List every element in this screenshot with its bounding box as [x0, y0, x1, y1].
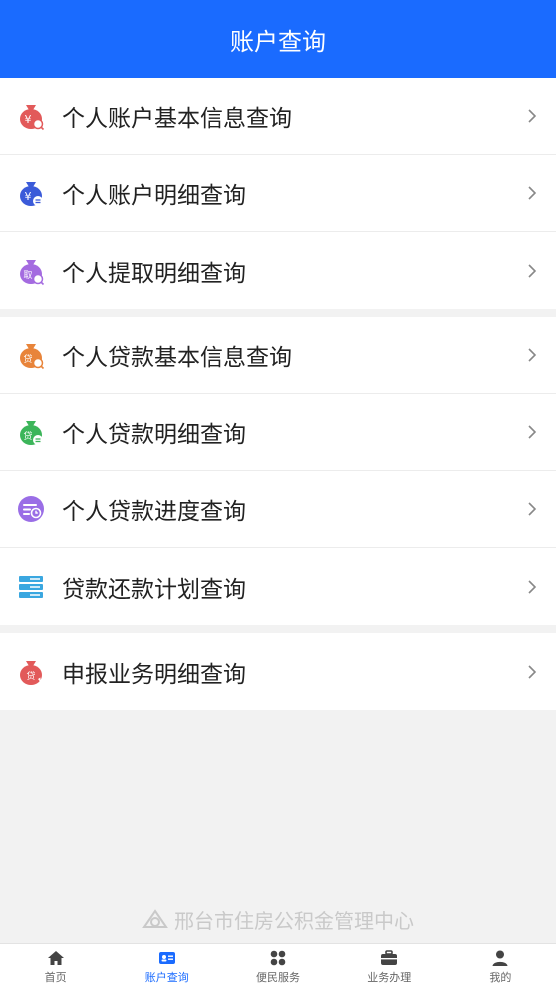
tab-label: 我的	[489, 971, 512, 984]
org-logo-icon	[142, 908, 168, 928]
chevron-right-icon	[528, 348, 537, 362]
chevron-right-icon	[528, 263, 537, 278]
tab-label: 便民服务	[256, 971, 300, 984]
menu-group-account: ¥ 个人账户基本信息查询 ¥ 个人账户明细查询 取 个人提取明细查询	[0, 78, 556, 309]
person-icon	[492, 950, 508, 966]
menu-item-label: 申报业务明细查询	[62, 661, 246, 688]
bag-yuan-search-icon: ¥	[20, 105, 45, 131]
tab-account-query[interactable]: 账户查询	[111, 944, 222, 990]
tab-mine[interactable]: 我的	[445, 944, 556, 990]
page-header: 账户查询	[0, 0, 556, 78]
icon-glyph-dai: 贷	[23, 353, 32, 365]
bag-loan-detail-icon: 贷	[20, 421, 43, 445]
menu-item-label: 个人贷款基本信息查询	[62, 345, 292, 371]
menu-item-label: 个人账户明细查询	[62, 183, 246, 209]
chevron-right-icon	[528, 109, 537, 123]
briefcase-icon	[381, 950, 398, 965]
home-icon	[47, 951, 64, 965]
grid-icon	[270, 950, 286, 966]
progress-clock-icon	[18, 496, 44, 522]
bag-loan-search-icon: 贷	[20, 344, 45, 370]
stack-list-icon	[19, 575, 43, 598]
menu-item-repayment-plan[interactable]: 贷款还款计划查询	[0, 548, 556, 625]
menu-item-account-basic-info[interactable]: ¥ 个人账户基本信息查询	[0, 78, 556, 155]
menu-item-label: 贷款还款计划查询	[62, 576, 246, 603]
icon-glyph-qu: 取	[23, 270, 32, 281]
bag-yuan-detail-icon: ¥	[20, 182, 43, 206]
menu-item-account-detail[interactable]: ¥ 个人账户明细查询	[0, 155, 556, 232]
menu-group-declare: 贷 申报业务明细查询	[0, 633, 556, 710]
menu-group-loan: 贷 个人贷款基本信息查询 贷 个人贷款明细查询 个人贷款进度查询 贷款还款计划查…	[0, 317, 556, 625]
page-title: 账户查询	[230, 27, 326, 56]
bag-withdraw-icon: 取	[20, 259, 45, 285]
menu-item-loan-detail[interactable]: 贷 个人贷款明细查询	[0, 394, 556, 471]
icon-glyph-dai: 贷	[23, 430, 32, 442]
chevron-right-icon	[528, 664, 537, 679]
chevron-right-icon	[528, 425, 537, 439]
menu-item-label: 个人贷款明细查询	[62, 422, 246, 448]
menu-item-label: 个人账户基本信息查询	[62, 106, 292, 132]
menu-item-loan-progress[interactable]: 个人贷款进度查询	[0, 471, 556, 548]
chevron-right-icon	[528, 186, 537, 200]
chevron-right-icon	[528, 502, 537, 516]
footer-org: 邢台市住房公积金管理中心	[0, 905, 556, 934]
menu-item-declare-detail[interactable]: 贷 申报业务明细查询	[0, 633, 556, 710]
icon-glyph-yuan: ¥	[25, 190, 32, 203]
bottom-tab-bar: 首页 账户查询 便民服务 业务办理 我的	[0, 943, 556, 990]
tab-convenience-services[interactable]: 便民服务	[222, 944, 333, 990]
menu-item-label: 个人贷款进度查询	[62, 499, 246, 525]
tab-label: 业务办理	[367, 971, 412, 984]
menu-item-label: 个人提取明细查询	[62, 260, 246, 287]
chevron-right-icon	[528, 579, 537, 594]
tab-business-handling[interactable]: 业务办理	[334, 944, 445, 990]
menu-item-loan-basic-info[interactable]: 贷 个人贷款基本信息查询	[0, 317, 556, 394]
icon-glyph-dai: 贷	[26, 670, 35, 682]
footer-org-name: 邢台市住房公积金管理中心	[174, 909, 414, 933]
tab-label: 账户查询	[144, 971, 189, 984]
icon-glyph-yuan: ¥	[25, 113, 32, 126]
tab-home[interactable]: 首页	[0, 944, 111, 990]
tab-label: 首页	[44, 971, 67, 984]
id-card-icon	[158, 952, 175, 964]
menu-item-withdraw-detail[interactable]: 取 个人提取明细查询	[0, 232, 556, 309]
bag-declare-icon: 贷	[20, 660, 42, 685]
